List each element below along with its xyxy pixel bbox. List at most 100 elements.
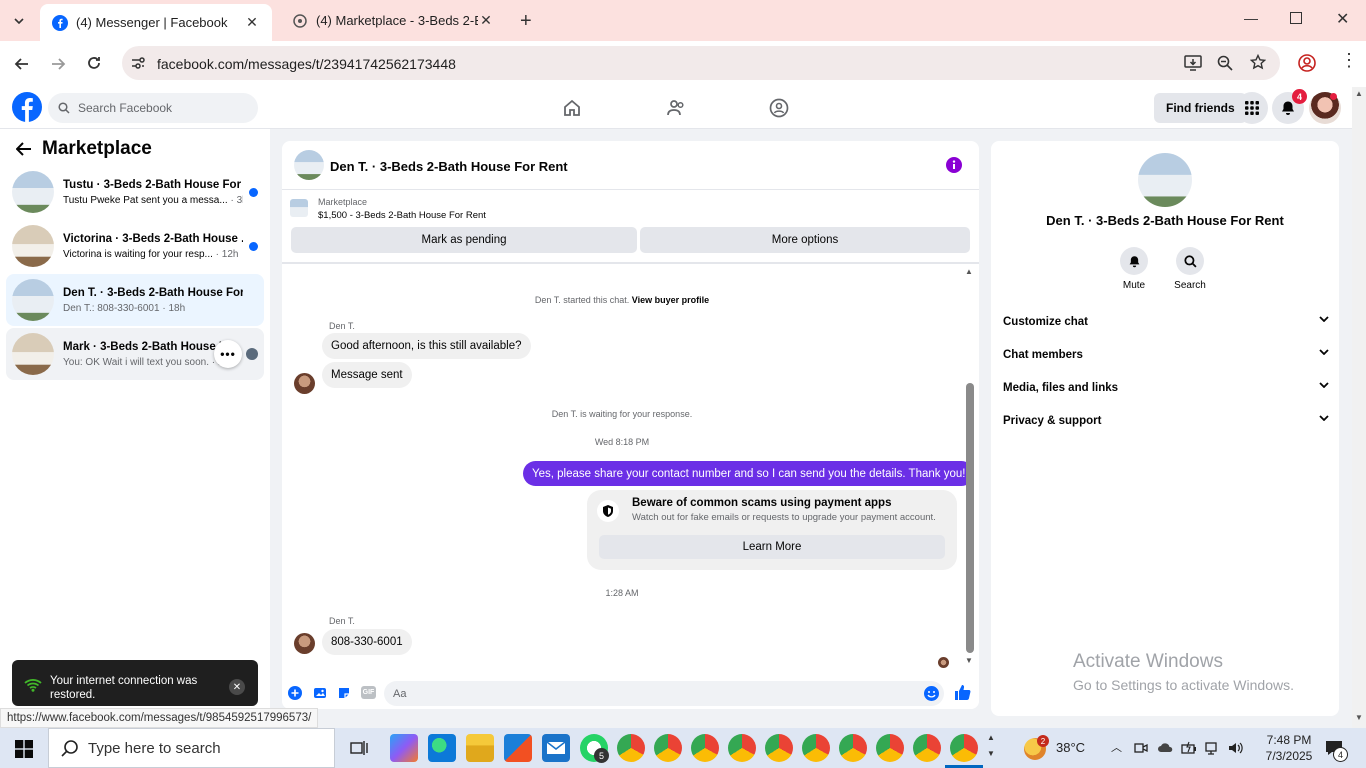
zoom-icon[interactable]: [1217, 55, 1233, 71]
meet-now-icon[interactable]: [1134, 741, 1148, 755]
conversation-item[interactable]: Tustu · 3-Beds 2-Bath House For ... Tust…: [6, 166, 264, 218]
file-explorer-icon[interactable]: [466, 734, 494, 762]
chrome-icon[interactable]: [691, 734, 719, 762]
waiting-notice: Den T. is waiting for your response.: [551, 409, 693, 419]
conversation-more-icon[interactable]: •••: [214, 340, 242, 368]
conversation-item-selected[interactable]: Den T. · 3-Beds 2-Bath House For ... Den…: [6, 274, 264, 326]
search-in-chat-button[interactable]: [1176, 247, 1204, 275]
maximize-icon[interactable]: [1290, 12, 1302, 24]
image-icon[interactable]: [313, 686, 327, 700]
sticker-icon[interactable]: [337, 686, 351, 700]
message-input[interactable]: Aa: [384, 681, 944, 706]
tab-messenger[interactable]: (4) Messenger | Facebook ✕: [40, 4, 272, 41]
new-tab-icon[interactable]: +: [520, 10, 532, 33]
emoji-icon[interactable]: [924, 686, 939, 701]
scroll-down-icon[interactable]: ▼: [1355, 713, 1363, 722]
scroll-up-icon[interactable]: ▲: [965, 267, 973, 276]
conversation-item[interactable]: Victorina · 3-Beds 2-Bath House ... Vict…: [6, 220, 264, 272]
close-tab-icon[interactable]: ✕: [478, 12, 494, 29]
message-bubble-incoming[interactable]: Message sent: [322, 362, 412, 388]
task-view-icon[interactable]: [350, 740, 368, 756]
facebook-logo-icon[interactable]: [12, 92, 42, 122]
info-icon[interactable]: [946, 157, 962, 173]
clock[interactable]: 7:48 PM 7/3/2025: [1254, 732, 1324, 764]
facebook-search[interactable]: Search Facebook: [48, 93, 258, 123]
bookmark-star-icon[interactable]: [1250, 54, 1266, 70]
tab-marketplace[interactable]: (4) Marketplace - 3-Beds 2-Bath ✕: [280, 0, 506, 41]
profile-icon[interactable]: [1298, 54, 1316, 72]
page-scrollbar[interactable]: ▲ ▼: [1352, 87, 1366, 728]
plus-circle-icon[interactable]: [288, 686, 302, 700]
scroll-up-icon[interactable]: ▲: [1355, 89, 1363, 98]
back-arrow-icon[interactable]: [16, 142, 32, 156]
details-row-members[interactable]: Chat members: [1003, 349, 1329, 361]
chrome-icon[interactable]: [654, 734, 682, 762]
chrome-icon[interactable]: [617, 734, 645, 762]
tab-search-chevron-icon[interactable]: [8, 10, 30, 32]
search-icon: [61, 740, 78, 757]
chrome-icon[interactable]: [876, 734, 904, 762]
forward-icon[interactable]: [50, 56, 66, 72]
sender-avatar[interactable]: [294, 373, 315, 394]
details-row-media[interactable]: Media, files and links: [1003, 382, 1329, 394]
copilot-icon[interactable]: [390, 734, 418, 762]
more-options-button[interactable]: More options: [640, 227, 970, 253]
message-bubble-incoming[interactable]: 808-330-6001: [322, 629, 412, 655]
home-icon[interactable]: [562, 98, 582, 118]
details-row-privacy[interactable]: Privacy & support: [1003, 415, 1329, 427]
details-avatar[interactable]: [1138, 153, 1192, 207]
close-tab-icon[interactable]: ✕: [244, 14, 260, 31]
notification-badge: 4: [1292, 89, 1307, 104]
reload-icon[interactable]: [86, 55, 102, 71]
view-buyer-profile-link[interactable]: View buyer profile: [632, 295, 709, 305]
gif-button[interactable]: GIF: [361, 686, 376, 699]
battery-icon[interactable]: [1181, 741, 1197, 755]
message-bubble-outgoing[interactable]: Yes, please share your contact number an…: [523, 461, 975, 486]
windows-start-icon[interactable]: [15, 740, 33, 758]
message-bubble-incoming[interactable]: Good afternoon, is this still available?: [322, 333, 531, 359]
friends-icon[interactable]: [666, 98, 686, 118]
conversation-item[interactable]: Mark · 3-Beds 2-Bath House Fo You: OK Wa…: [6, 328, 264, 380]
mail-icon[interactable]: [542, 734, 570, 762]
edge-icon[interactable]: [428, 734, 456, 762]
install-app-icon[interactable]: [1184, 55, 1202, 71]
url-text[interactable]: facebook.com/messages/t/2394174256217344…: [157, 56, 456, 72]
browser-menu-icon[interactable]: ⋮: [1340, 51, 1358, 69]
chrome-icon[interactable]: [913, 734, 941, 762]
learn-more-button[interactable]: Learn More: [599, 535, 945, 559]
row-label: Privacy & support: [1003, 415, 1102, 427]
menu-grid-button[interactable]: [1236, 92, 1268, 124]
network-icon[interactable]: [1205, 741, 1221, 755]
taskbar-overflow-icon[interactable]: ▲ ▼: [987, 730, 995, 762]
show-hidden-icons-icon[interactable]: ︿: [1111, 739, 1122, 755]
taskbar-search[interactable]: Type here to search: [48, 728, 335, 768]
find-friends-button[interactable]: Find friends: [1154, 93, 1247, 123]
timestamp: 1:28 AM: [605, 588, 639, 598]
chat-avatar[interactable]: [294, 150, 324, 180]
chrome-icon[interactable]: [728, 734, 756, 762]
chat-scrollbar-thumb[interactable]: [966, 383, 974, 653]
mark-pending-button[interactable]: Mark as pending: [291, 227, 637, 253]
close-window-icon[interactable]: ✕: [1336, 9, 1349, 29]
groups-icon[interactable]: [769, 98, 789, 118]
onedrive-icon[interactable]: [1157, 742, 1173, 753]
mute-button[interactable]: [1120, 247, 1148, 275]
like-thumb-icon[interactable]: [954, 684, 971, 701]
chrome-icon-active[interactable]: [950, 734, 978, 762]
back-icon[interactable]: [14, 56, 30, 72]
chrome-icon[interactable]: [802, 734, 830, 762]
chrome-icon[interactable]: [839, 734, 867, 762]
chat-header-title[interactable]: Den T. · 3-Beds 2-Bath House For Rent: [330, 159, 568, 174]
site-settings-icon[interactable]: [130, 55, 146, 71]
store-icon[interactable]: [504, 734, 532, 762]
scroll-down-icon[interactable]: ▼: [965, 656, 973, 665]
weather-temp[interactable]: 38°C: [1056, 740, 1085, 755]
sender-name: Den T.: [329, 616, 355, 626]
minimize-icon[interactable]: —: [1244, 10, 1258, 26]
volume-icon[interactable]: [1228, 741, 1244, 755]
chrome-icon[interactable]: [765, 734, 793, 762]
listing-title[interactable]: $1,500 - 3-Beds 2-Bath House For Rent: [318, 210, 486, 221]
details-row-customize[interactable]: Customize chat: [1003, 316, 1329, 328]
sender-avatar[interactable]: [294, 633, 315, 654]
close-toast-icon[interactable]: ✕: [229, 679, 245, 695]
